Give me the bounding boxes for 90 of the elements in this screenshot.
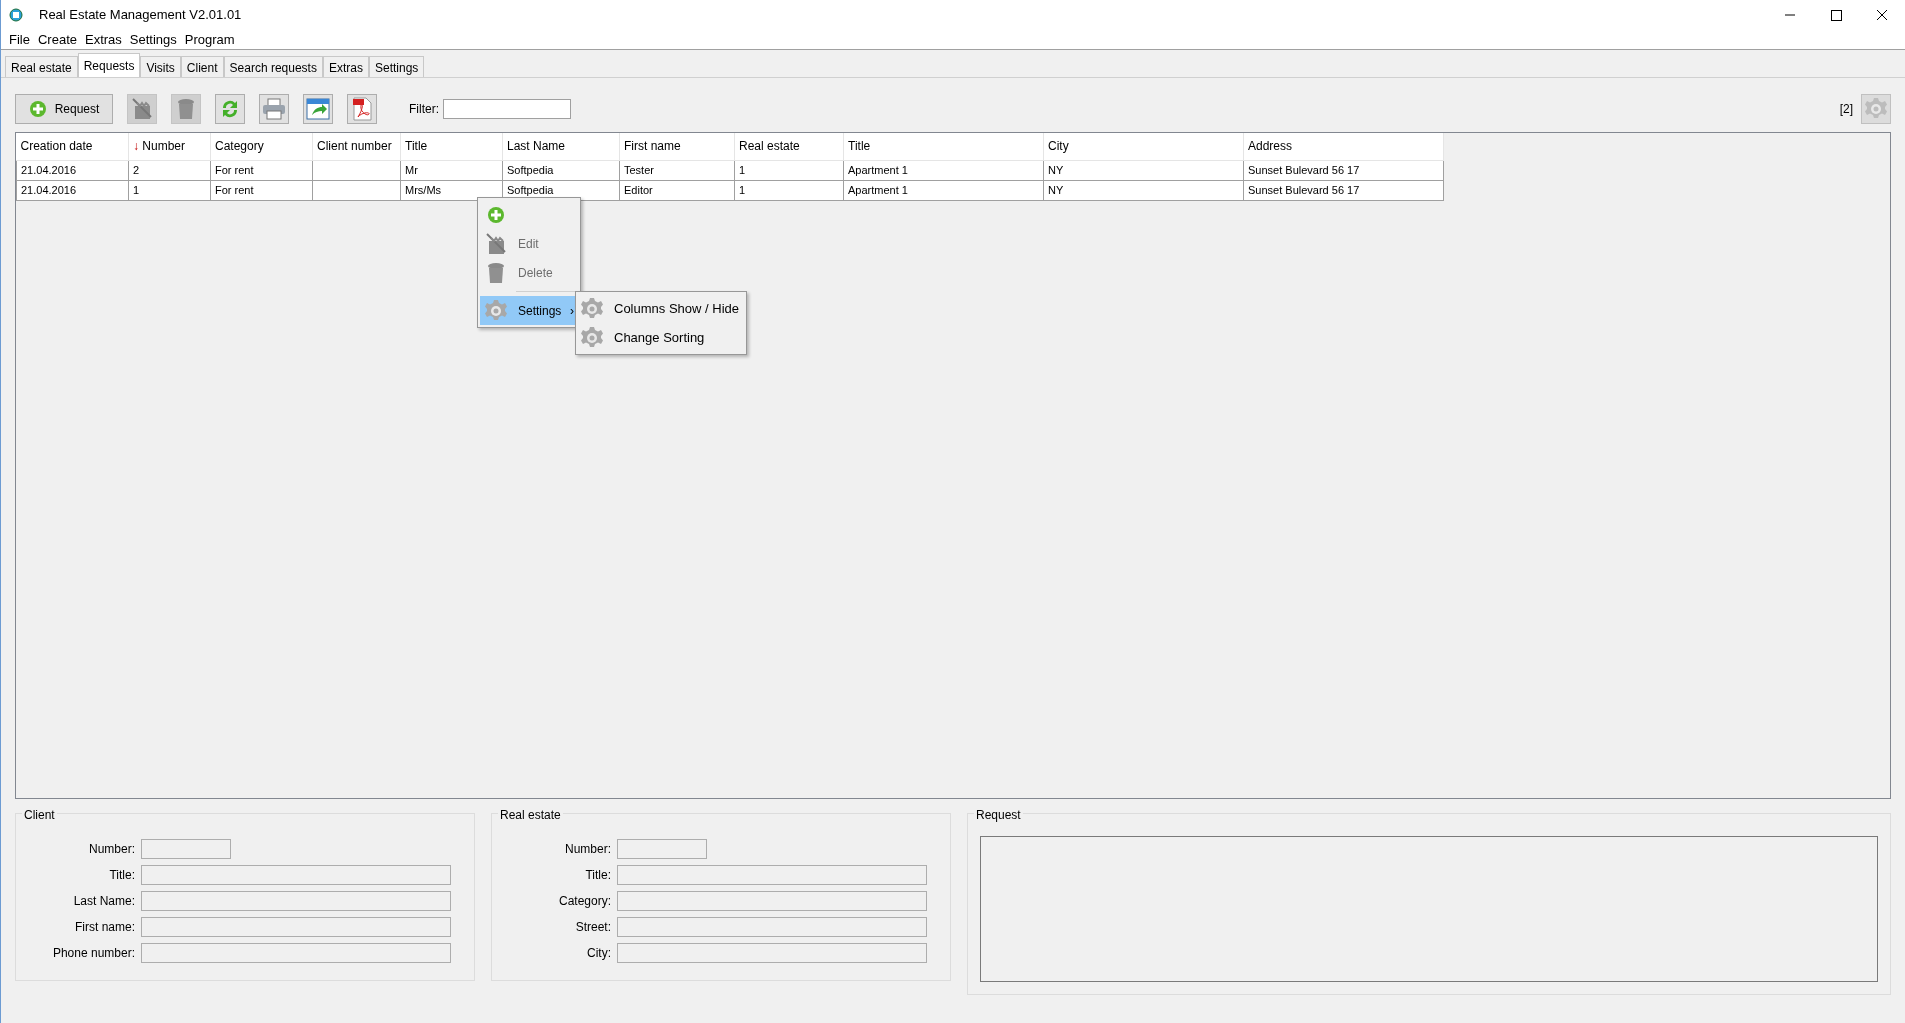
field-label: Title:: [584, 867, 612, 884]
record-count: [2]: [1839, 101, 1853, 118]
input-field[interactable]: [141, 865, 451, 885]
window-title: Real Estate Management V2.01.01: [39, 6, 242, 25]
settings-button[interactable]: [1861, 94, 1891, 124]
column-label: Number: [142, 139, 186, 154]
column-header[interactable]: City: [1043, 133, 1244, 160]
menu-label: Settings: [517, 302, 562, 320]
table-cell: 21.04.2016: [16, 180, 129, 200]
input-field[interactable]: [617, 891, 927, 911]
field-label: First name:: [74, 919, 136, 936]
table-cell: 21.04.2016: [16, 160, 129, 180]
table-cell: Apartment 1: [843, 160, 1044, 180]
field-label: Last Name:: [72, 893, 136, 910]
tab[interactable]: Settings: [368, 56, 425, 77]
app-icon: [9, 8, 23, 22]
notepad-icon: [132, 98, 152, 120]
menu-label: Delete: [517, 264, 553, 282]
column-header[interactable]: Title: [843, 133, 1044, 160]
column-header[interactable]: Title: [400, 133, 503, 160]
menu-item[interactable]: Program: [180, 30, 239, 49]
field-label: Phone number:: [51, 945, 136, 962]
submenu-arrow-icon: ›: [570, 301, 578, 320]
print-button[interactable]: [259, 94, 289, 124]
printer-icon: [262, 98, 286, 120]
filter-field[interactable]: [443, 99, 571, 119]
field-label: Number:: [564, 841, 612, 858]
table-cell: Mr: [400, 160, 503, 180]
field-label: Street:: [574, 919, 612, 936]
input-field[interactable]: [141, 917, 451, 937]
tab[interactable]: Visits: [140, 56, 181, 77]
input-field[interactable]: [141, 839, 231, 859]
menu-item[interactable]: Change Sorting: [578, 323, 744, 352]
field-label: Number:: [88, 841, 136, 858]
menu-item[interactable]: Settings ›: [480, 296, 578, 325]
request-text-area[interactable]: [980, 836, 1878, 982]
menu-label: Columns Show / Hide: [613, 299, 739, 318]
column-header[interactable]: Real estate: [734, 133, 844, 160]
menu-item[interactable]: Columns Show / Hide: [578, 294, 744, 323]
table-cell: Sunset Bulevard 56 17: [1243, 160, 1444, 180]
input-field[interactable]: [617, 917, 927, 937]
export-icon: [306, 98, 330, 120]
table-cell: 1: [734, 180, 844, 200]
column-header[interactable]: Last Name: [502, 133, 620, 160]
refresh-icon: [220, 98, 240, 120]
field-label: Category:: [557, 893, 612, 910]
tab[interactable]: Search requests: [223, 56, 323, 77]
tab[interactable]: Real estate: [5, 56, 78, 77]
input-field[interactable]: [617, 839, 707, 859]
pdf-icon: [352, 97, 372, 121]
table-cell: Apartment 1: [843, 180, 1044, 200]
column-header[interactable]: Category: [210, 133, 313, 160]
menu-item[interactable]: Extras: [81, 30, 126, 49]
column-header[interactable]: Address: [1243, 133, 1444, 160]
table-cell: Editor: [619, 180, 735, 200]
menu-item[interactable]: Create: [33, 30, 81, 49]
input-field[interactable]: [617, 865, 927, 885]
field-label: Title:: [108, 867, 136, 884]
plus-icon: [28, 100, 47, 118]
export-button[interactable]: [303, 94, 333, 124]
table-cell: Sunset Bulevard 56 17: [1243, 180, 1444, 200]
tab[interactable]: Extras: [322, 56, 369, 77]
table-cell: 1: [128, 180, 211, 200]
table-cell: For rent: [210, 160, 313, 180]
pdf-button[interactable]: [347, 94, 377, 124]
tab[interactable]: Requests: [77, 53, 141, 77]
table-cell: 2: [128, 160, 211, 180]
request-button[interactable]: Request: [15, 94, 113, 124]
input-field[interactable]: [141, 891, 451, 911]
trash-icon: [177, 98, 195, 120]
menu-item[interactable]: File: [5, 30, 34, 49]
sort-arrow-icon: ↓: [133, 139, 139, 154]
input-field[interactable]: [617, 943, 927, 963]
table-cell: NY: [1043, 180, 1244, 200]
menu-item[interactable]: Settings: [125, 30, 181, 49]
menu-label: Change Sorting: [613, 328, 705, 347]
table-cell: Tester: [619, 160, 735, 180]
table-cell: Softpedia: [502, 160, 620, 180]
column-header[interactable]: Creation date: [16, 133, 129, 160]
field-label: City:: [586, 945, 612, 962]
column-header[interactable]: Client number: [312, 133, 401, 160]
input-field[interactable]: [141, 943, 451, 963]
menu-label: Edit: [517, 235, 539, 253]
refresh-button[interactable]: [215, 94, 245, 124]
tab[interactable]: Client: [180, 56, 224, 77]
table-cell: 1: [734, 160, 844, 180]
filter-label: Filter:: [409, 101, 439, 118]
table-cell: For rent: [210, 180, 313, 200]
column-header[interactable]: First name: [619, 133, 735, 160]
table-cell: NY: [1043, 160, 1244, 180]
